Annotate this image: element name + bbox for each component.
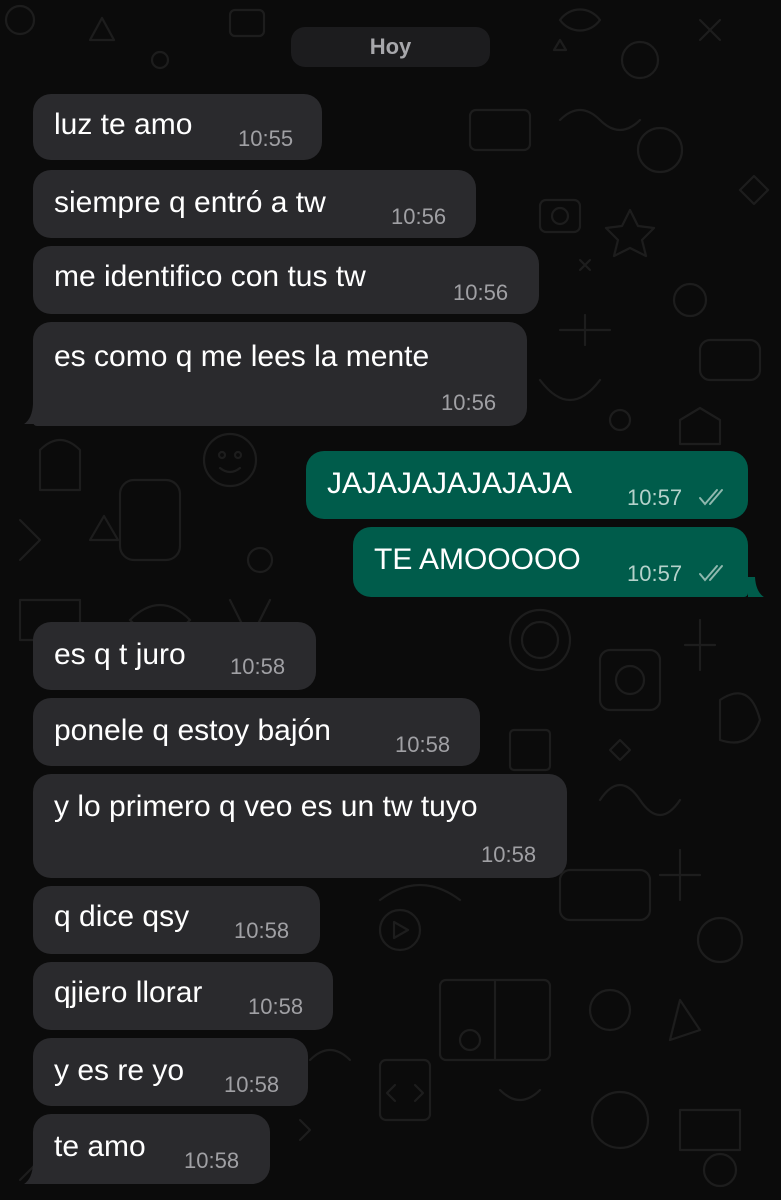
incoming-message[interactable]: es como q me lees la mente 10:56 [33,322,527,426]
message-text: siempre q entró a tw [54,186,326,219]
message-text: luz te amo [54,108,193,141]
message-time: 10:56 [453,280,509,305]
incoming-message[interactable]: qjiero llorar 10:58 [33,962,333,1030]
message-time: 10:58 [230,654,286,679]
message-text: JAJAJAJAJAJAJA [327,467,573,500]
message-time: 10:58 [248,994,304,1019]
bubble-tail-icon [24,1164,40,1184]
message-time: 10:58 [224,1072,280,1097]
read-ticks-icon [699,565,723,582]
message-text: es como q me lees la mente [54,340,430,373]
incoming-message[interactable]: luz te amo 10:55 [33,94,322,160]
message-text: TE AMOOOOO [374,543,581,576]
incoming-message[interactable]: y lo primero q veo es un tw tuyo 10:58 [33,774,567,878]
bubble-tail-icon [24,404,40,424]
message-time: 10:58 [481,842,537,867]
message-time: 10:56 [441,390,497,415]
incoming-message[interactable]: me identifico con tus tw 10:56 [33,246,539,314]
incoming-message[interactable]: q dice qsy 10:58 [33,886,320,954]
message-time: 10:55 [238,126,294,151]
message-text: me identifico con tus tw [54,260,366,293]
message-time: 10:58 [184,1148,240,1173]
message-text: te amo [54,1130,146,1163]
message-time: 10:57 [627,485,683,510]
message-time: 10:58 [395,732,451,757]
message-text: y es re yo [54,1054,185,1087]
message-text: ponele q estoy bajón [54,714,331,747]
outgoing-message[interactable]: JAJAJAJAJAJAJA 10:57 [306,451,748,519]
date-separator: Hoy [291,27,490,67]
bubble-tail-icon [748,577,764,597]
incoming-message[interactable]: ponele q estoy bajón 10:58 [33,698,480,766]
read-ticks-icon [699,489,723,506]
message-text: y lo primero q veo es un tw tuyo [54,790,478,823]
incoming-message[interactable]: siempre q entró a tw 10:56 [33,170,476,238]
message-text: qjiero llorar [54,976,203,1009]
message-text: q dice qsy [54,900,190,933]
message-time: 10:56 [391,204,447,229]
message-text: es q t juro [54,638,186,671]
message-time: 10:58 [234,918,290,943]
outgoing-message[interactable]: TE AMOOOOO 10:57 [353,527,748,597]
incoming-message[interactable]: te amo 10:58 [33,1114,270,1184]
message-time: 10:57 [627,561,683,586]
incoming-message[interactable]: es q t juro 10:58 [33,622,316,690]
incoming-message[interactable]: y es re yo 10:58 [33,1038,308,1106]
